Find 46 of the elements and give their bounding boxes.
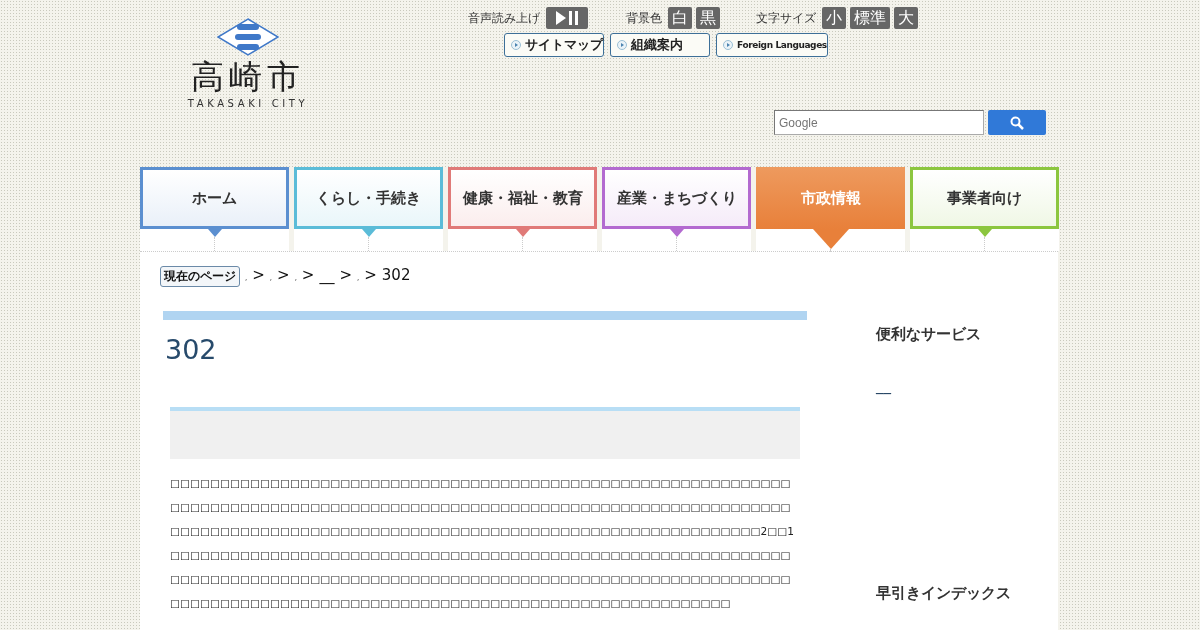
background-color-button[interactable]: 白 <box>668 7 692 29</box>
breadcrumb-separator: > <box>339 266 352 284</box>
search-icon <box>1010 115 1024 130</box>
breadcrumb-separator: > <box>277 266 290 284</box>
text-size-button[interactable]: 標準 <box>850 7 890 29</box>
tab-arrow-icon <box>515 229 530 237</box>
nav-tab[interactable]: 健康・福祉・教育 <box>448 167 597 229</box>
breadcrumb-link[interactable]: __ <box>319 266 335 284</box>
background-label: 背景色 <box>626 9 662 27</box>
current-page-badge: 現在のページ <box>160 266 240 287</box>
background-color-button[interactable]: 黒 <box>696 7 720 29</box>
play-icon <box>511 40 521 50</box>
tab-arrow-icon <box>812 229 849 249</box>
header-link[interactable]: Foreign Languages <box>716 33 828 57</box>
play-icon <box>617 40 627 50</box>
play-pause-icon <box>554 11 580 25</box>
nav-tab[interactable]: ホーム <box>140 167 289 229</box>
text-size-label: 文字サイズ <box>756 9 816 27</box>
speech-label: 音声読み上げ <box>468 9 540 27</box>
text-size-button[interactable]: 大 <box>894 7 918 29</box>
nav-tab[interactable]: 事業者向け <box>910 167 1059 229</box>
nav-tab[interactable]: 産業・まちづくり <box>602 167 751 229</box>
breadcrumb-separator: > <box>252 266 265 284</box>
breadcrumb-separator: > <box>301 266 315 284</box>
search-field[interactable]: Google <box>774 110 984 135</box>
play-icon <box>723 40 733 50</box>
breadcrumb-separator: > <box>364 266 377 284</box>
nav-tab[interactable]: くらし・手続き <box>294 167 443 229</box>
tab-arrow-icon <box>977 229 992 237</box>
header-link[interactable]: 組織案内 <box>610 33 710 57</box>
breadcrumb-current: 302 <box>381 266 411 284</box>
tab-arrow-icon <box>669 229 684 237</box>
page-title: 302 <box>165 334 218 365</box>
logo-name: 高崎市 <box>191 58 305 96</box>
header-link[interactable]: サイトマップ <box>504 33 604 57</box>
sidebar-heading: 早引きインデックス <box>876 584 1011 603</box>
search-button[interactable] <box>988 110 1046 135</box>
tab-arrow-icon <box>361 229 376 237</box>
text-size-button[interactable]: 小 <box>822 7 846 29</box>
play-pause-button[interactable] <box>546 7 588 29</box>
logo-subtitle: TAKASAKI CITY <box>187 98 309 109</box>
logo-icon <box>217 18 279 56</box>
sidebar-heading: 便利なサービス <box>876 325 982 344</box>
sidebar-link[interactable]: __ <box>876 376 1011 394</box>
body-text: □□□□□□□□□□□□□□□□□□□□□□□□□□□□□□□□□□□□□□□□□□□□□□□□□□□□□□□□□□□□□□□□□□□□□□□□□□□□□□□□□□□□□□□□□□□□□□□□□□□□□□□□□□□□□□□□□□□□□□□□□□□□□□□□□□□□□□□□□□□□□□□□□□□□□□□□□□□□□□□□□□□□□□□□□□□□□□□□□□□□□□□2□□1□□□□□□□□□□□□□□□□□□□□□□□□□□□□□□□□□□□□□□□□□□□□□□□□□□□□□□□□□□□□□□□□□□□□□□□□□□□□□□□□□□□□□□□□□□□□□□□□□□□□□□□□□□□□□□□□□□□□□□□□□□□□□□□□□□□□□□□□□□□□□□□□□□□□□□□□□□□□□□□□□□□□□□□□□□□□□□□□□□□□ <box>170 476 796 611</box>
tab-arrow-icon <box>207 229 222 237</box>
